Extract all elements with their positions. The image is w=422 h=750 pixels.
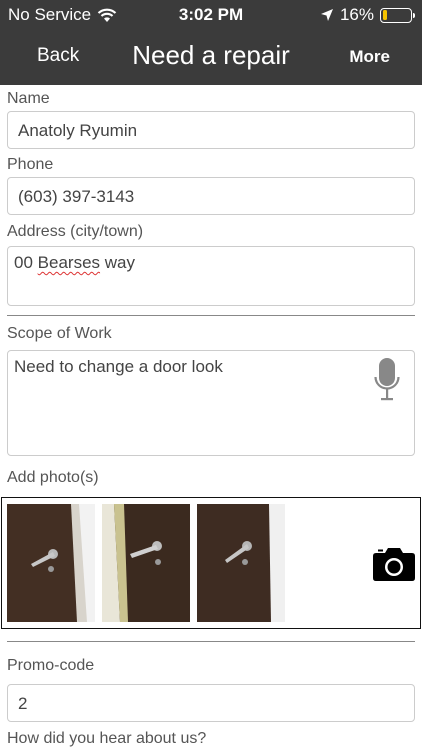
scope-field[interactable]: Need to change a door look — [7, 350, 415, 456]
photo-thumbnail[interactable] — [7, 504, 95, 622]
photo-thumbnail[interactable] — [197, 504, 285, 622]
door-handle-photo — [7, 504, 95, 622]
status-right-group: 16% — [320, 5, 415, 25]
photos-label: Add photo(s) — [7, 469, 99, 486]
hear-about-label: How did you hear about us? — [7, 730, 207, 747]
promo-value: 2 — [18, 694, 28, 713]
scope-label: Scope of Work — [7, 325, 112, 342]
camera-icon[interactable] — [372, 546, 416, 582]
status-bar: No Service 3:02 PM 16% — [0, 0, 422, 30]
door-handle-photo — [102, 504, 190, 622]
divider-address — [7, 315, 415, 316]
address-field[interactable]: 00 Bearses way — [7, 246, 415, 306]
address-number: 00 — [14, 253, 33, 272]
address-street-misspelled: Bearses — [37, 253, 101, 272]
more-button[interactable]: More — [349, 47, 390, 67]
photo-thumbnail[interactable] — [102, 504, 190, 622]
location-arrow-icon — [320, 9, 333, 21]
phone-field[interactable]: (603) 397-3143 — [7, 177, 415, 215]
battery-percent: 16% — [339, 5, 374, 24]
phone-label: Phone — [7, 156, 54, 173]
microphone-icon[interactable] — [374, 357, 400, 403]
door-handle-photo — [197, 504, 285, 622]
phone-value: (603) 397-3143 — [18, 187, 135, 206]
address-label: Address (city/town) — [7, 223, 144, 240]
name-label: Name — [7, 90, 50, 107]
address-suffix: way — [104, 253, 135, 272]
scope-value: Need to change a door look — [14, 357, 223, 376]
name-value: Anatoly Ryumin — [18, 121, 138, 140]
nav-bar: Back Need a repair More — [0, 30, 422, 85]
battery-fill — [382, 10, 387, 20]
battery-icon — [380, 7, 415, 23]
promo-field[interactable]: 2 — [7, 684, 415, 722]
name-field[interactable]: Anatoly Ryumin — [7, 111, 415, 149]
divider-photos — [7, 641, 415, 642]
photo-strip — [1, 497, 421, 629]
promo-label: Promo-code — [7, 657, 95, 674]
